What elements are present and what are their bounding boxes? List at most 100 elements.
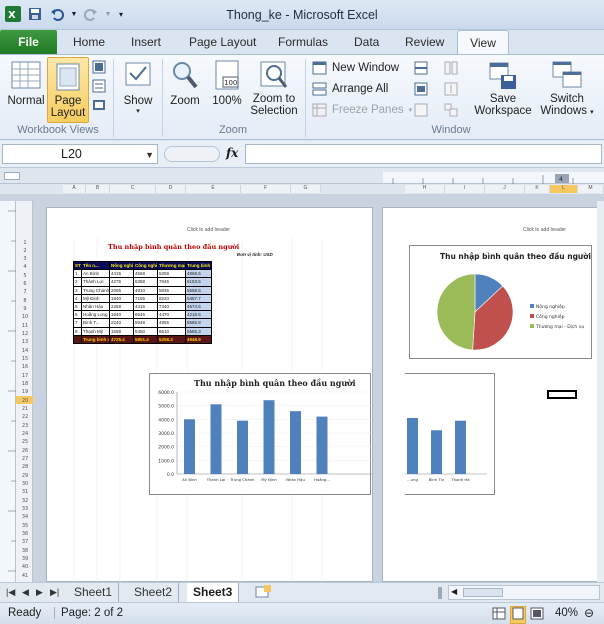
zoom-level[interactable]: 40% xyxy=(555,607,578,619)
table-cell[interactable]: 5259 xyxy=(157,269,186,279)
view-side-by-side-icon[interactable] xyxy=(444,61,458,78)
sheet-tab-sheet2[interactable]: Sheet2 xyxy=(128,583,180,602)
data-table[interactable]: STTTên n...Nông nghiệpCông nghiệpThương … xyxy=(73,260,212,344)
table-cell[interactable]: An Bình xyxy=(81,269,110,279)
table-cell[interactable]: 5948 xyxy=(133,318,158,328)
worksheet-area[interactable]: 4 A B C D E F G H I J K L M 1 2 3 4 5 6 7 8 9 10 1… xyxy=(0,168,604,582)
column-header-i[interactable]: I xyxy=(445,185,485,193)
table-row[interactable]: 8 Thạnh Mỹ 1558 5450 6510 5585.3 xyxy=(73,326,212,336)
table-cell[interactable]: 5836 xyxy=(157,285,186,295)
table-cell[interactable]: 5 xyxy=(73,301,82,312)
table-cell[interactable]: 4674.5 xyxy=(185,301,212,312)
horizontal-scrollbar[interactable]: ◀ xyxy=(448,585,600,600)
sheet-tab-sheet3[interactable]: Sheet3 xyxy=(187,583,240,602)
bar-chart-continued[interactable]: ...ung Bình Tín Thạnh Hà xyxy=(405,373,495,495)
tab-split-handle[interactable] xyxy=(438,587,442,599)
switch-windows-button[interactable]: Switch Windows ▾ xyxy=(536,59,598,117)
unit-label[interactable]: Đơn vị tính: USD xyxy=(237,252,273,257)
page-break-preview-icon[interactable] xyxy=(92,60,108,76)
zoom-100-button[interactable]: 100 100% xyxy=(207,59,247,107)
table-cell[interactable]: 5457.7 xyxy=(185,293,212,303)
table-cell[interactable]: 5153.5 xyxy=(185,277,212,287)
table-row[interactable]: 1 An Bình 4415 4568 5259 4868.5 xyxy=(73,269,212,279)
formula-input[interactable] xyxy=(245,144,602,164)
table-cell[interactable]: 7155 xyxy=(133,293,158,303)
table-cell[interactable]: 4415 xyxy=(109,269,134,279)
tab-review[interactable]: Review xyxy=(405,30,444,54)
column-header-m[interactable]: M xyxy=(578,185,604,193)
table-cell[interactable]: 1558 xyxy=(109,326,134,336)
table-cell[interactable]: 3 xyxy=(73,285,82,295)
table-cell[interactable]: 4810 xyxy=(133,285,158,295)
table-cell[interactable]: 5558.5 xyxy=(185,285,212,295)
unhide-icon[interactable] xyxy=(414,103,428,120)
table-cell[interactable]: STT xyxy=(73,260,82,271)
table-cell[interactable]: 7945 xyxy=(157,277,186,287)
arrange-all-button[interactable]: Arrange All xyxy=(312,80,388,98)
table-cell[interactable]: 6388 xyxy=(133,277,158,287)
sheet-tab-sheet1[interactable]: Sheet1 xyxy=(68,583,120,602)
table-total-row[interactable]: Trung bình c...4725.45851.45258.34948.9 xyxy=(73,334,212,344)
table-header-row[interactable]: STTTên n...Nông nghiệpCông nghiệpThương … xyxy=(73,260,212,271)
table-cell[interactable]: Thạnh Mỹ xyxy=(81,326,110,336)
column-header-b[interactable]: B xyxy=(86,185,110,193)
column-header-j[interactable]: J xyxy=(485,185,525,193)
table-cell[interactable]: 4955 xyxy=(157,318,186,328)
table-cell[interactable]: 8 xyxy=(73,326,82,336)
split-icon[interactable] xyxy=(414,61,428,78)
table-cell[interactable]: 6510 xyxy=(157,326,186,336)
column-header-e[interactable]: E xyxy=(186,185,241,193)
prev-sheet-icon[interactable]: ◀ xyxy=(22,587,29,598)
table-row[interactable]: 5 Nhân Hậu 2268 4415 7340 4674.5 xyxy=(73,301,212,312)
reset-window-position-icon[interactable] xyxy=(444,103,458,120)
scroll-left-icon[interactable]: ◀ xyxy=(451,587,457,596)
tab-page-layout[interactable]: Page Layout xyxy=(189,30,256,54)
table-cell[interactable]: 2 xyxy=(73,277,82,287)
table-cell[interactable]: Công nghiệp xyxy=(133,260,158,271)
select-all-corner[interactable] xyxy=(4,172,20,180)
page-2-header[interactable]: Click to add header xyxy=(523,227,566,233)
custom-views-icon[interactable] xyxy=(92,79,108,95)
page-layout-view-button[interactable]: Page Layout xyxy=(47,57,89,123)
horizontal-scroll-thumb[interactable] xyxy=(463,588,503,597)
zoom-button[interactable]: Zoom xyxy=(165,59,205,107)
tab-formulas[interactable]: Formulas xyxy=(278,30,328,54)
table-cell[interactable]: Trung bình theo... xyxy=(185,260,212,271)
new-window-button[interactable]: New Window xyxy=(312,59,399,77)
tab-insert[interactable]: Insert xyxy=(131,30,161,54)
tab-data[interactable]: Data xyxy=(354,30,379,54)
table-cell[interactable]: 2055 xyxy=(109,285,134,295)
table-cell[interactable]: 5450 xyxy=(133,326,158,336)
vertical-scrollbar[interactable] xyxy=(597,201,604,582)
formula-bar-resize-handle[interactable] xyxy=(164,146,220,162)
normal-view-status-icon[interactable] xyxy=(492,607,506,623)
table-cell[interactable]: 7 xyxy=(73,318,82,328)
column-header-k[interactable]: K xyxy=(525,185,550,193)
selected-cell-l20[interactable] xyxy=(547,390,577,399)
table-cell[interactable]: 4415 xyxy=(133,301,158,312)
table-cell[interactable]: 4868.5 xyxy=(185,269,212,279)
normal-view-button[interactable]: Normal xyxy=(4,59,48,107)
table-cell[interactable]: Đinh T... xyxy=(81,318,110,328)
last-sheet-icon[interactable]: ▶| xyxy=(50,587,59,598)
save-workspace-button[interactable]: Save Workspace xyxy=(470,59,536,117)
insert-function-icon[interactable]: fx xyxy=(226,146,238,160)
table-cell[interactable]: Nhân Hậu xyxy=(81,301,110,312)
column-header-f[interactable]: F xyxy=(241,185,291,193)
column-header-a[interactable]: A xyxy=(63,185,86,193)
table-cell[interactable]: Hoằng Long xyxy=(81,310,110,320)
table-cell[interactable]: 8220 xyxy=(157,293,186,303)
sheet-title[interactable]: Thu nhập bình quân theo đầu người xyxy=(108,243,239,251)
table-cell[interactable]: 4470 xyxy=(157,310,186,320)
table-cell[interactable]: 4275 xyxy=(109,277,134,287)
full-screen-icon[interactable] xyxy=(92,98,108,114)
table-cell[interactable]: 5585.3 xyxy=(185,326,212,336)
freeze-panes-button[interactable]: Freeze Panes ▾ xyxy=(312,101,412,119)
bar-chart[interactable]: Thu nhập bình quân theo đầu người 6000.0 5… xyxy=(149,373,372,495)
table-cell[interactable]: 1 xyxy=(73,269,82,279)
table-row[interactable]: 4 Mỹ Định 1840 7155 8220 5457.7 xyxy=(73,293,212,303)
table-row[interactable]: 6 Hoằng Long 1640 6545 4470 4218.5 xyxy=(73,310,212,320)
table-cell[interactable]: Nông nghiệp xyxy=(109,260,134,271)
hide-icon[interactable] xyxy=(414,82,428,99)
next-sheet-icon[interactable]: ▶ xyxy=(36,587,43,598)
